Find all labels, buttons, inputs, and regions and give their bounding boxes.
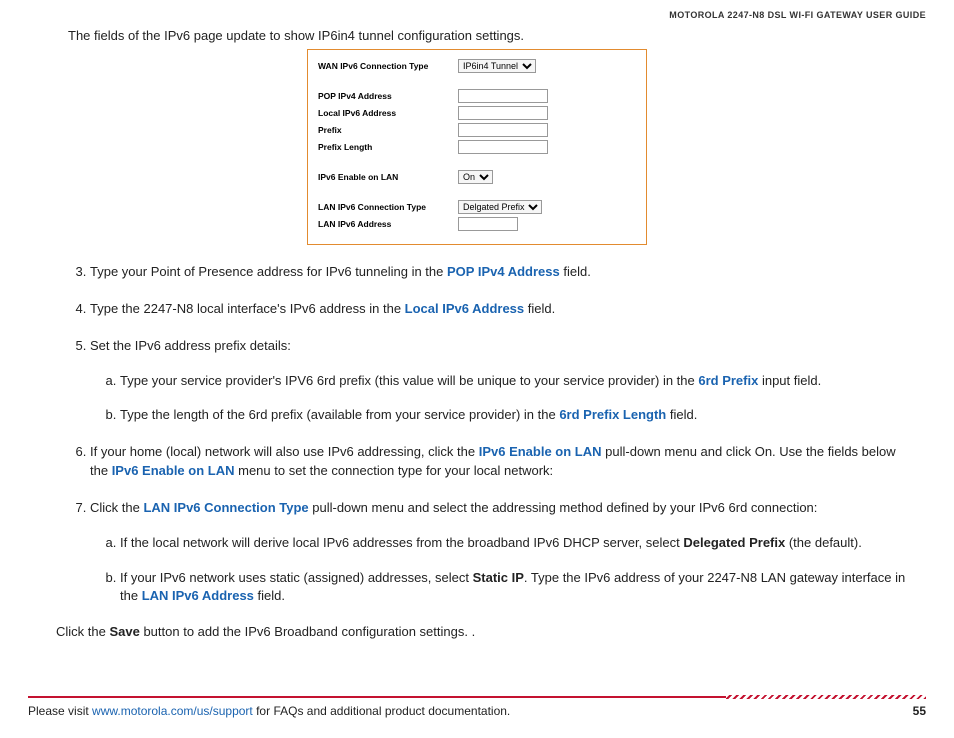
delegated-prefix-term: Delegated Prefix bbox=[683, 535, 785, 550]
page-number: 55 bbox=[913, 704, 926, 718]
text: Type the length of the 6rd prefix (avail… bbox=[120, 407, 559, 422]
save-term: Save bbox=[109, 624, 139, 639]
step-7-sublist: If the local network will derive local I… bbox=[120, 534, 916, 607]
text: field. bbox=[524, 301, 555, 316]
ipv6-enable-lan-term: IPv6 Enable on LAN bbox=[479, 444, 602, 459]
prefix-label: Prefix bbox=[318, 125, 458, 135]
text: (the default). bbox=[785, 535, 862, 550]
pop-ipv4-input[interactable] bbox=[458, 89, 548, 103]
local-ipv6-label: Local IPv6 Address bbox=[318, 108, 458, 118]
closing-text: Click the Save button to add the IPv6 Br… bbox=[56, 624, 926, 639]
text: for FAQs and additional product document… bbox=[253, 704, 511, 718]
text: Set the IPv6 address prefix details: bbox=[90, 338, 291, 353]
text: field. bbox=[666, 407, 697, 422]
text: Please visit bbox=[28, 704, 92, 718]
step-5a: Type your service provider's IPV6 6rd pr… bbox=[120, 372, 916, 391]
local-ipv6-address-term: Local IPv6 Address bbox=[405, 301, 524, 316]
step-3: Type your Point of Presence address for … bbox=[90, 263, 926, 282]
text: Click the bbox=[90, 500, 143, 515]
prefix-length-label: Prefix Length bbox=[318, 142, 458, 152]
ipv6-enable-lan-label: IPv6 Enable on LAN bbox=[318, 172, 458, 182]
prefix-length-input[interactable] bbox=[458, 140, 548, 154]
text: button to add the IPv6 Broadband configu… bbox=[140, 624, 475, 639]
6rd-prefix-term: 6rd Prefix bbox=[698, 373, 758, 388]
lan-ipv6-address-label: LAN IPv6 Address bbox=[318, 219, 458, 229]
config-panel: WAN IPv6 Connection Type IP6in4 Tunnel P… bbox=[307, 49, 647, 245]
step-6: If your home (local) network will also u… bbox=[90, 443, 926, 481]
prefix-input[interactable] bbox=[458, 123, 548, 137]
text: field. bbox=[560, 264, 591, 279]
6rd-prefix-length-term: 6rd Prefix Length bbox=[559, 407, 666, 422]
instruction-list: Type your Point of Presence address for … bbox=[90, 263, 926, 606]
text: Click the bbox=[56, 624, 109, 639]
text: menu to set the connection type for your… bbox=[235, 463, 554, 478]
static-ip-term: Static IP bbox=[473, 570, 524, 585]
footer-hatch bbox=[726, 695, 926, 699]
wan-conn-type-label: WAN IPv6 Connection Type bbox=[318, 61, 458, 71]
text: Type your service provider's IPV6 6rd pr… bbox=[120, 373, 698, 388]
step-7b: If your IPv6 network uses static (assign… bbox=[120, 569, 916, 607]
footer-text: Please visit www.motorola.com/us/support… bbox=[28, 704, 510, 718]
step-4: Type the 2247-N8 local interface's IPv6 … bbox=[90, 300, 926, 319]
intro-text: The fields of the IPv6 page update to sh… bbox=[68, 28, 926, 43]
step-7a: If the local network will derive local I… bbox=[120, 534, 916, 553]
lan-ipv6-address-term: LAN IPv6 Address bbox=[142, 588, 254, 603]
step-5b: Type the length of the 6rd prefix (avail… bbox=[120, 406, 916, 425]
pop-ipv4-label: POP IPv4 Address bbox=[318, 91, 458, 101]
text: input field. bbox=[758, 373, 821, 388]
footer-divider bbox=[28, 696, 926, 698]
lan-ipv6-conn-type-term: LAN IPv6 Connection Type bbox=[143, 500, 308, 515]
lan-ipv6-conn-type-select[interactable]: Delgated Prefix bbox=[458, 200, 542, 214]
ipv6-enable-lan-term-2: IPv6 Enable on LAN bbox=[112, 463, 235, 478]
lan-ipv6-address-input[interactable] bbox=[458, 217, 518, 231]
support-link[interactable]: www.motorola.com/us/support bbox=[92, 704, 253, 718]
text: Type the 2247-N8 local interface's IPv6 … bbox=[90, 301, 405, 316]
step-7: Click the LAN IPv6 Connection Type pull-… bbox=[90, 499, 926, 606]
pop-ipv4-address-term: POP IPv4 Address bbox=[447, 264, 560, 279]
step-5-sublist: Type your service provider's IPV6 6rd pr… bbox=[120, 372, 916, 426]
local-ipv6-input[interactable] bbox=[458, 106, 548, 120]
text: field. bbox=[254, 588, 285, 603]
step-5: Set the IPv6 address prefix details: Typ… bbox=[90, 337, 926, 426]
text: pull-down menu and select the addressing… bbox=[309, 500, 818, 515]
page-footer: Please visit www.motorola.com/us/support… bbox=[28, 696, 926, 718]
text: If your IPv6 network uses static (assign… bbox=[120, 570, 473, 585]
text: If the local network will derive local I… bbox=[120, 535, 683, 550]
wan-conn-type-select[interactable]: IP6in4 Tunnel bbox=[458, 59, 536, 73]
text: Type your Point of Presence address for … bbox=[90, 264, 447, 279]
lan-ipv6-conn-type-label: LAN IPv6 Connection Type bbox=[318, 202, 458, 212]
ipv6-enable-lan-select[interactable]: On bbox=[458, 170, 493, 184]
text: If your home (local) network will also u… bbox=[90, 444, 479, 459]
page-header: MOTOROLA 2247-N8 DSL WI-FI GATEWAY USER … bbox=[28, 10, 926, 20]
